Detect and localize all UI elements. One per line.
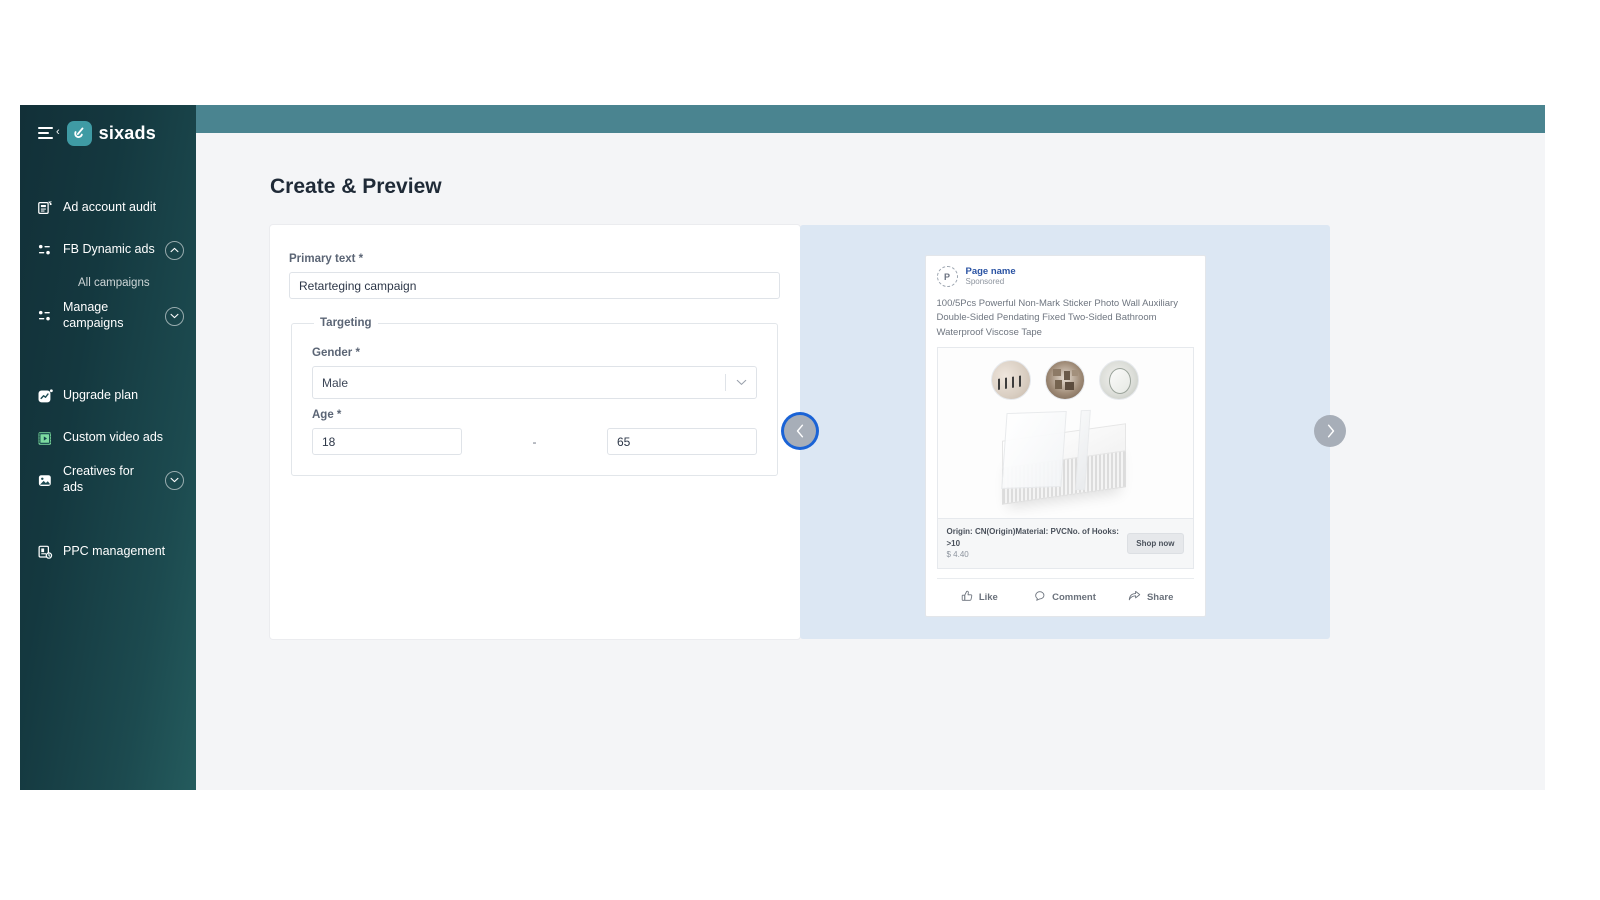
sidebar-item-label: PPC management: [63, 544, 166, 559]
ad-action-bar: Like Comment Share: [936, 578, 1194, 616]
main-content: Create & Preview Primary text * Targetin…: [196, 105, 1545, 790]
top-bar: [196, 105, 1545, 133]
sidebar-subitem-all-campaigns[interactable]: All campaigns: [20, 271, 196, 295]
ad-header: P Page name Sponsored: [936, 266, 1194, 290]
dynamic-ads-icon: [36, 242, 54, 258]
gender-label: Gender *: [312, 347, 360, 359]
ad-price: $ 4.40: [946, 550, 969, 560]
video-ads-icon: [36, 430, 54, 447]
sidebar-item-label: Creatives for ads: [63, 464, 134, 494]
ad-page-name[interactable]: Page name: [966, 266, 1016, 277]
sidebar-item-ad-account-audit[interactable]: Ad account audit: [20, 187, 196, 229]
brand-row: ‹ sixads: [20, 105, 196, 161]
ad-media[interactable]: [936, 347, 1194, 519]
ad-like-button[interactable]: Like: [937, 579, 1023, 616]
sidebar-item-label: Upgrade plan: [63, 388, 139, 403]
brand-name: sixads: [98, 122, 156, 143]
age-max-input[interactable]: [607, 428, 757, 455]
ad-meta-title: Origin: CN(Origin)Material: PVCNo. of Ho…: [946, 527, 1119, 548]
manage-campaigns-icon: [36, 308, 54, 324]
sidebar-item-custom-video-ads[interactable]: Custom video ads: [20, 417, 196, 459]
chevron-up-icon[interactable]: [165, 240, 184, 260]
chevron-down-icon[interactable]: [726, 379, 756, 386]
targeting-fieldset: Targeting Gender * Male Age * 18 - 65: [291, 317, 778, 476]
ad-sponsored-label: Sponsored: [965, 277, 1005, 287]
ad-header-text: Page name Sponsored: [966, 266, 1016, 288]
primary-text-label: Primary text *: [289, 253, 364, 265]
sidebar-collapse-button[interactable]: ‹: [38, 126, 60, 139]
age-range-row: -: [312, 428, 757, 455]
product-thumbnail-icon[interactable]: [991, 360, 1031, 401]
age-range-separator: -: [532, 434, 537, 449]
sidebar-item-label: FB Dynamic ads: [63, 242, 155, 257]
age-min-input[interactable]: [312, 428, 462, 455]
creatives-icon: [36, 472, 54, 489]
ad-action-label: Share: [1146, 592, 1174, 604]
ad-meta-bar: Origin: CN(Origin)Material: PVCNo. of Ho…: [936, 518, 1194, 570]
targeting-legend: Targeting: [320, 317, 372, 329]
primary-text-input[interactable]: [289, 272, 780, 299]
ad-thumbnail-row: [938, 348, 1193, 401]
page-title: Create & Preview: [270, 175, 442, 198]
avatar-letter: P: [943, 271, 950, 282]
sidebar-item-manage-campaigns[interactable]: Manage campaigns: [20, 295, 196, 337]
sidebar-subitem-label: All campaigns: [78, 277, 150, 289]
ad-share-button[interactable]: Share: [1108, 579, 1194, 616]
upgrade-plan-icon: [36, 388, 54, 405]
content-body: Create & Preview Primary text * Targetin…: [196, 133, 1545, 790]
gender-select[interactable]: Male: [312, 366, 757, 399]
chevron-down-icon[interactable]: [165, 306, 184, 326]
product-image: [986, 406, 1144, 518]
ad-action-label: Comment: [1052, 592, 1096, 604]
hamburger-icon: [38, 127, 53, 139]
panels: Primary text * Targeting Gender * Male: [270, 225, 1346, 639]
sidebar-item-ppc-management[interactable]: PPC management: [20, 531, 196, 573]
ad-action-label: Like: [978, 592, 998, 604]
share-arrow-icon: [1128, 590, 1141, 605]
audit-icon: [36, 200, 54, 216]
create-form-card: Primary text * Targeting Gender * Male: [270, 225, 800, 639]
sidebar-item-fb-dynamic-ads[interactable]: FB Dynamic ads: [20, 229, 196, 271]
chevron-left-icon: ‹: [56, 126, 60, 139]
thumbs-up-icon: [961, 590, 973, 605]
app-window: ‹ sixads Ad account audit FB Dynamic ads…: [20, 105, 1545, 790]
product-thumbnail-icon[interactable]: [1099, 360, 1139, 401]
gender-selected-value: Male: [322, 375, 349, 390]
sidebar-item-label: Ad account audit: [63, 200, 157, 215]
age-label: Age *: [312, 409, 342, 421]
shop-now-button[interactable]: Shop now: [1127, 533, 1184, 555]
sidebar: ‹ sixads Ad account audit FB Dynamic ads…: [20, 105, 196, 790]
ad-preview-panel: P Page name Sponsored 100/5Pcs Powerful …: [784, 225, 1346, 639]
page-avatar-icon: P: [936, 266, 958, 288]
ad-preview-card: P Page name Sponsored 100/5Pcs Powerful …: [924, 255, 1206, 618]
sidebar-item-label: Custom video ads: [63, 430, 164, 445]
ppc-management-icon: [36, 544, 54, 560]
sixads-logo-icon: [66, 120, 92, 146]
sidebar-item-upgrade-plan[interactable]: Upgrade plan: [20, 375, 196, 417]
chevron-down-icon[interactable]: [165, 470, 184, 490]
preview-prev-button[interactable]: [784, 415, 816, 447]
ad-meta-text: Origin: CN(Origin)Material: PVCNo. of Ho…: [947, 526, 1120, 561]
preview-next-button[interactable]: [1314, 415, 1346, 447]
sidebar-nav: Ad account audit FB Dynamic ads All camp…: [20, 187, 196, 573]
sidebar-item-label: Manage campaigns: [63, 300, 124, 330]
ad-comment-button[interactable]: Comment: [1022, 579, 1108, 616]
sidebar-item-creatives-for-ads[interactable]: Creatives for ads: [20, 459, 196, 501]
ad-primary-copy: 100/5Pcs Powerful Non-Mark Sticker Photo…: [936, 297, 1178, 338]
comment-bubble-icon: [1034, 590, 1046, 605]
product-thumbnail-icon[interactable]: [1045, 360, 1085, 401]
